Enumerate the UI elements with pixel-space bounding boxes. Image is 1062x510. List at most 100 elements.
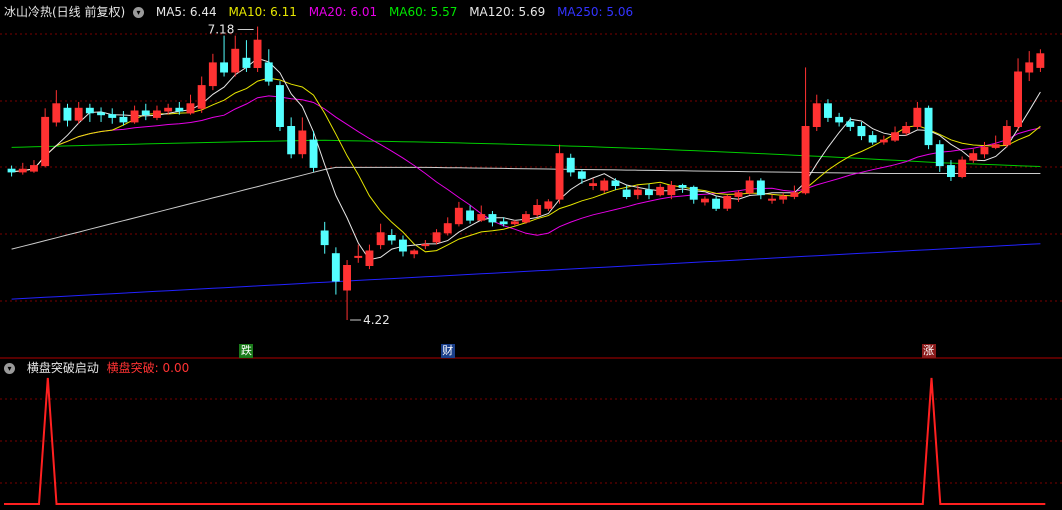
candle-body bbox=[1025, 62, 1034, 73]
candle-body bbox=[18, 168, 27, 173]
candle-body bbox=[30, 165, 38, 172]
candle-body bbox=[969, 153, 978, 161]
candle-body bbox=[611, 180, 620, 186]
candle-body bbox=[566, 157, 575, 173]
candle-body bbox=[745, 180, 754, 194]
candle-body bbox=[488, 214, 497, 223]
candle-body bbox=[186, 103, 195, 114]
low-label: 4.22 bbox=[363, 313, 390, 327]
candle-body bbox=[645, 189, 653, 196]
candle-body bbox=[913, 107, 922, 128]
candle-body bbox=[633, 189, 642, 196]
candle-body bbox=[589, 183, 597, 186]
candle-body bbox=[276, 85, 284, 127]
candle-body bbox=[287, 126, 296, 155]
candle-body bbox=[1014, 71, 1022, 127]
candle-body bbox=[242, 57, 251, 68]
event-marker-finance[interactable]: 财 bbox=[440, 344, 455, 358]
candle-body bbox=[1036, 53, 1045, 68]
candle-body bbox=[980, 146, 989, 155]
high-label: 7.18 bbox=[208, 23, 235, 37]
candle-body bbox=[712, 198, 720, 209]
candle-body bbox=[141, 110, 150, 116]
candle-body bbox=[354, 255, 363, 258]
candle-body bbox=[768, 198, 776, 201]
candle-body bbox=[63, 107, 72, 121]
candle-body bbox=[991, 144, 1000, 148]
candle-body bbox=[197, 85, 206, 109]
ma10-legend: MA10: 6.11 bbox=[228, 5, 297, 19]
candle-body bbox=[924, 107, 933, 146]
candle-body bbox=[298, 130, 307, 155]
ma250-legend: MA250: 5.06 bbox=[557, 5, 634, 19]
candle-body bbox=[477, 214, 486, 221]
candle-body bbox=[320, 230, 329, 246]
candle-body bbox=[264, 62, 273, 82]
candle-body bbox=[801, 126, 810, 194]
candle-body bbox=[153, 110, 161, 118]
indicator-title: 横盘突破启动 bbox=[26, 361, 99, 375]
ma120-line bbox=[11, 166, 1041, 250]
candle-body bbox=[108, 114, 117, 118]
ma60-line bbox=[11, 139, 1041, 167]
candle-body bbox=[376, 232, 385, 246]
candle-body bbox=[97, 112, 105, 116]
candle-body bbox=[410, 250, 419, 255]
indicator-circle-icon[interactable]: ▾ bbox=[4, 363, 15, 374]
candle-body bbox=[119, 116, 128, 123]
candle-body bbox=[208, 62, 217, 87]
candle-body bbox=[879, 139, 888, 143]
candle-body bbox=[779, 195, 788, 200]
indicator-legend: ▾ 横盘突破启动 横盘突破: 0.00 bbox=[4, 360, 197, 376]
candle-body bbox=[74, 107, 83, 121]
ma20-legend: MA20: 6.01 bbox=[308, 5, 378, 19]
price-chart[interactable]: 7.18 4.22 bbox=[0, 0, 1062, 510]
candle-body bbox=[947, 165, 955, 178]
indicator-value: 横盘突破: 0.00 bbox=[106, 361, 190, 375]
settings-circle-icon[interactable]: ▾ bbox=[133, 7, 145, 18]
candle-body bbox=[1002, 126, 1011, 146]
candle-body bbox=[387, 235, 396, 241]
candle-body bbox=[935, 144, 944, 167]
candle-body bbox=[555, 153, 564, 200]
candle-body bbox=[734, 192, 743, 197]
candle-body bbox=[499, 221, 508, 225]
candle-body bbox=[533, 205, 542, 216]
main-legend: 冰山冷热(日线 前复权) ▾ MA5: 6.44 MA10: 6.11 MA20… bbox=[4, 4, 641, 20]
candle-body bbox=[331, 253, 340, 282]
candle-body bbox=[175, 107, 184, 112]
candle-body bbox=[846, 121, 855, 127]
ma60-legend: MA60: 5.57 bbox=[388, 5, 458, 19]
candle-body bbox=[443, 223, 452, 234]
candle-body bbox=[723, 195, 732, 209]
candle-body bbox=[432, 232, 441, 243]
event-marker-fall[interactable]: 跌 bbox=[239, 344, 254, 358]
candle-body bbox=[835, 116, 844, 123]
ma5-legend: MA5: 6.44 bbox=[155, 5, 217, 19]
candle-body bbox=[868, 135, 877, 143]
candle-body bbox=[85, 107, 94, 114]
candle-body bbox=[231, 48, 240, 73]
candle-body bbox=[52, 103, 61, 123]
candle-body bbox=[544, 201, 553, 209]
candle-body bbox=[656, 186, 665, 196]
candle-body bbox=[399, 239, 407, 252]
candle-body bbox=[678, 185, 687, 188]
candle-body bbox=[689, 186, 698, 200]
candle-body bbox=[958, 159, 967, 178]
chart-title: 冰山冷热(日线 前复权) bbox=[4, 5, 126, 19]
candle-body bbox=[902, 126, 911, 134]
candle-body bbox=[41, 116, 50, 167]
ma5-line bbox=[11, 57, 1041, 261]
ma120-legend: MA120: 5.69 bbox=[469, 5, 546, 19]
candle-body bbox=[220, 62, 229, 73]
candle-body bbox=[790, 192, 799, 197]
candle-body bbox=[343, 265, 352, 291]
candle-body bbox=[7, 168, 16, 173]
candle-body bbox=[466, 210, 475, 221]
candle-body bbox=[756, 180, 765, 196]
candle-body bbox=[812, 103, 821, 128]
candle-body bbox=[857, 126, 866, 137]
candle-body bbox=[622, 189, 631, 198]
event-marker-rise[interactable]: 涨 bbox=[921, 344, 936, 358]
